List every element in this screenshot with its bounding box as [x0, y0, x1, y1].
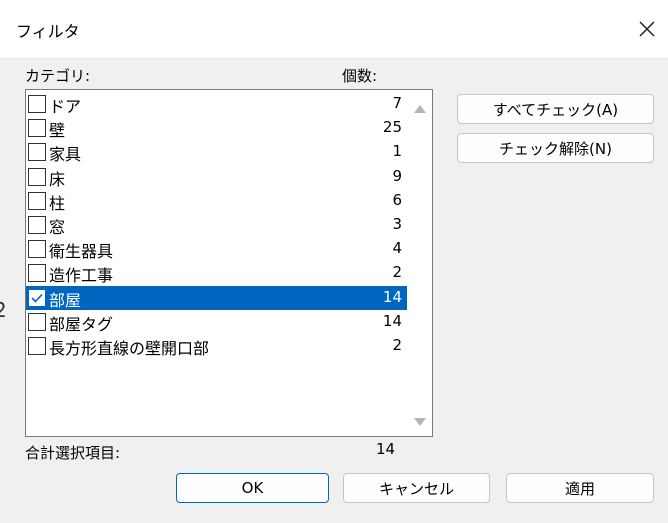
category-label: カテゴリ:: [25, 67, 91, 85]
item-name: 床: [49, 169, 66, 189]
item-checkbox[interactable]: [28, 216, 46, 234]
item-name: 部屋タグ: [49, 314, 114, 334]
item-checkbox[interactable]: [28, 167, 46, 186]
item-checkbox[interactable]: [28, 337, 46, 355]
item-count: 4: [392, 239, 402, 258]
item-name: 長方形直線の壁開口部: [49, 339, 210, 358]
item-checkbox[interactable]: [28, 143, 46, 162]
item-checkbox[interactable]: [28, 264, 46, 283]
item-checkbox[interactable]: [28, 240, 46, 259]
item-checkbox[interactable]: [28, 95, 46, 113]
check-all-button[interactable]: すべてチェック(A): [457, 94, 654, 124]
category-list[interactable]: ドア 7 壁 25 家具 1 床 9 柱 6 窓 3 衛生器具 4 造作工事 2 部屋 14 部屋タグ 14 長方形直線…: [25, 89, 433, 437]
item-name: 窓: [49, 218, 66, 237]
list-item[interactable]: 部屋 14: [26, 285, 407, 310]
list-item[interactable]: 家具 1: [26, 140, 407, 164]
total-selected-value: 14: [376, 440, 396, 458]
list-item[interactable]: 衛生器具 4: [26, 237, 407, 261]
item-count: 25: [382, 118, 402, 137]
item-count: 2: [392, 263, 402, 282]
item-count: 6: [392, 190, 402, 209]
list-item[interactable]: 造作工事 2: [26, 261, 407, 285]
item-count: 14: [382, 311, 402, 330]
scroll-down-arrow-icon[interactable]: [414, 418, 426, 426]
cancel-button[interactable]: キャンセル: [343, 473, 490, 503]
total-selected-label: 合計選択項目:: [25, 444, 121, 462]
title-bar: フィルタ: [0, 0, 668, 59]
item-count: 3: [392, 215, 402, 233]
item-name: 家具: [49, 145, 82, 165]
apply-button[interactable]: 適用: [506, 473, 654, 503]
close-button[interactable]: [626, 8, 668, 50]
item-count: 1: [392, 142, 402, 161]
item-name: 壁: [49, 121, 66, 141]
item-checkbox[interactable]: [28, 191, 46, 210]
item-checkbox[interactable]: [28, 119, 46, 138]
item-name: 部屋: [49, 290, 82, 310]
count-label: 個数:: [342, 67, 378, 85]
item-count: 9: [392, 166, 402, 185]
item-count: 2: [392, 336, 402, 354]
item-checkbox[interactable]: [28, 288, 46, 307]
item-checkbox[interactable]: [28, 312, 46, 331]
window-title: フィルタ: [16, 22, 80, 41]
list-item[interactable]: ドア 7: [26, 92, 407, 116]
uncheck-all-button[interactable]: チェック解除(N): [457, 133, 654, 163]
side-mark-text: 2: [0, 298, 7, 322]
item-name: 衛生器具: [49, 242, 114, 262]
item-count: 14: [382, 287, 402, 306]
list-item[interactable]: 窓3: [26, 213, 407, 237]
list-item[interactable]: 壁 25: [26, 116, 407, 140]
scroll-up-arrow-icon[interactable]: [414, 105, 426, 113]
item-name: ドア: [49, 97, 82, 116]
item-name: 柱: [49, 193, 66, 213]
item-name: 造作工事: [49, 266, 114, 286]
ok-button[interactable]: OK: [176, 473, 329, 503]
list-item[interactable]: 長方形直線の壁開口部 2: [26, 334, 407, 358]
list-item[interactable]: 床9: [26, 165, 407, 189]
vertical-scrollbar[interactable]: [407, 90, 432, 436]
list-item[interactable]: 部屋タグ 14: [26, 310, 407, 334]
close-icon: [639, 21, 655, 37]
checkmark-icon: [31, 293, 43, 303]
list-item[interactable]: 柱6: [26, 189, 407, 213]
item-count: 7: [392, 94, 402, 112]
